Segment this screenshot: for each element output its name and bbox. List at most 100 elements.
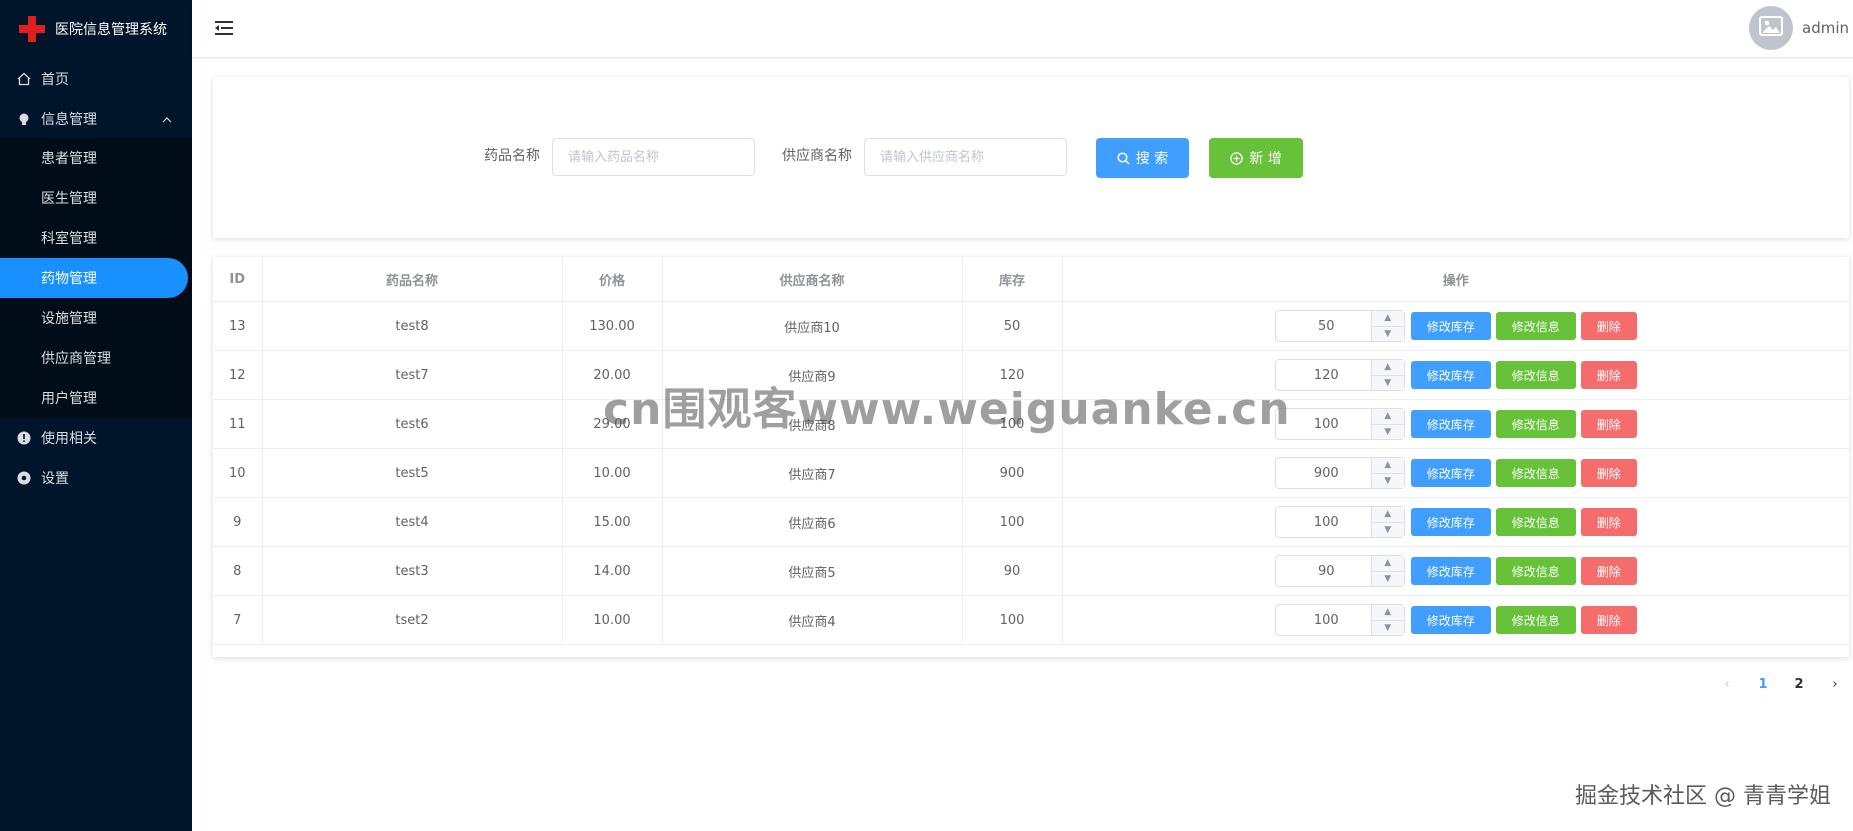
table-row: 9 test4 15.00 供应商6 100 100 ▲ ▼ 修改库存 修改信息 删除 [213,497,1849,547]
table-row: 8 test3 14.00 供应商5 90 90 ▲ ▼ 修改库存 修改信息 删除 [213,546,1849,596]
cell-supplier: 供应商6 [661,497,963,547]
delete-button[interactable]: 删除 [1580,508,1637,536]
stock-input-value[interactable]: 90 [1276,556,1371,586]
cell-stock: 100 [961,497,1063,547]
chevron-left-icon[interactable]: ‹ [1709,677,1745,692]
avatar[interactable] [1749,6,1793,50]
sidebar-item-label: 设置 [41,471,69,487]
search-panel: 药品名称 供应商名称 搜 索 新 增 [213,77,1849,238]
decrement-icon[interactable]: ▼ [1372,327,1404,342]
stock-number-input[interactable]: 100 ▲ ▼ [1274,506,1405,538]
cell-id: 13 [213,301,263,351]
sidebar-subitem-label: 科室管理 [41,231,97,247]
edit-info-button[interactable]: 修改信息 [1495,361,1576,389]
sidebar-item-settings[interactable]: 设置 [0,458,192,498]
decrement-icon[interactable]: ▼ [1372,523,1404,538]
search-icon [1117,151,1130,165]
stock-number-input[interactable]: 90 ▲ ▼ [1274,555,1405,587]
watermark-center: cn围观客www.weiguanke.cn [603,384,1291,435]
supplier-name-input[interactable] [864,138,1067,176]
increment-icon[interactable]: ▲ [1371,507,1404,523]
stock-number-input[interactable]: 900 ▲ ▼ [1274,457,1405,489]
cell-id: 7 [213,595,263,645]
cell-supplier: 供应商5 [661,546,963,596]
sidebar-subitem[interactable]: 设施管理 [0,298,188,338]
stock-number-input[interactable]: 100 ▲ ▼ [1274,408,1405,440]
sidebar-group-info[interactable]: 信息管理 [0,99,192,139]
sidebar-subitem-label: 药物管理 [41,271,97,287]
brand: 医院信息管理系统 [17,12,167,46]
edit-stock-button[interactable]: 修改库存 [1410,312,1491,340]
increment-icon[interactable]: ▲ [1371,360,1404,376]
add-button-label: 新 增 [1249,151,1282,167]
increment-icon[interactable]: ▲ [1371,605,1404,621]
cell-actions: 50 ▲ ▼ 修改库存 修改信息 删除 [1061,301,1849,351]
edit-stock-button[interactable]: 修改库存 [1410,410,1491,438]
app-title: 医院信息管理系统 [55,22,167,38]
delete-button[interactable]: 删除 [1580,557,1637,585]
increment-icon[interactable]: ▲ [1371,458,1404,474]
column-header-id: ID [213,257,263,302]
decrement-icon[interactable]: ▼ [1372,572,1404,587]
edit-info-button[interactable]: 修改信息 [1495,508,1576,536]
stock-input-value[interactable]: 50 [1276,311,1371,341]
sidebar-subitem[interactable]: 用户管理 [0,378,188,418]
page-1[interactable]: 1 [1745,677,1781,692]
stock-input-value[interactable]: 100 [1276,605,1371,635]
decrement-icon[interactable]: ▼ [1372,474,1404,489]
delete-button[interactable]: 删除 [1580,361,1637,389]
stock-number-input[interactable]: 100 ▲ ▼ [1274,604,1405,636]
sidebar-subitem[interactable]: 药物管理 [0,258,188,298]
sidebar-subitem-label: 供应商管理 [41,351,111,367]
edit-info-button[interactable]: 修改信息 [1495,606,1576,634]
stock-number-input[interactable]: 50 ▲ ▼ [1274,310,1405,342]
sidebar-subitem[interactable]: 医生管理 [0,178,188,218]
cell-price: 15.00 [561,497,663,547]
increment-icon[interactable]: ▲ [1371,556,1404,572]
delete-button[interactable]: 删除 [1580,312,1637,340]
decrement-icon[interactable]: ▼ [1372,621,1404,636]
increment-icon[interactable]: ▲ [1371,409,1404,425]
page-2[interactable]: 2 [1781,677,1817,692]
search-button[interactable]: 搜 索 [1096,138,1189,178]
cell-drug-name: test4 [261,497,563,547]
username[interactable]: admin [1802,19,1849,37]
sidebar-item-home[interactable]: 首页 [0,59,192,99]
decrement-icon[interactable]: ▼ [1372,425,1404,440]
sidebar-subitem[interactable]: 科室管理 [0,218,188,258]
edit-info-button[interactable]: 修改信息 [1495,557,1576,585]
table-row: 7 tset2 10.00 供应商4 100 100 ▲ ▼ 修改库存 修改信息 删除 [213,595,1849,645]
edit-stock-button[interactable]: 修改库存 [1410,361,1491,389]
edit-stock-button[interactable]: 修改库存 [1410,557,1491,585]
stock-number-input[interactable]: 120 ▲ ▼ [1274,359,1405,391]
edit-info-button[interactable]: 修改信息 [1495,459,1576,487]
delete-button[interactable]: 删除 [1580,410,1637,438]
edit-stock-button[interactable]: 修改库存 [1410,508,1491,536]
sidebar-subitem[interactable]: 患者管理 [0,138,188,178]
cell-supplier: 供应商10 [661,301,963,351]
column-header-supplier: 供应商名称 [661,257,963,302]
cell-price: 130.00 [561,301,663,351]
add-button[interactable]: 新 增 [1209,138,1303,178]
edit-stock-button[interactable]: 修改库存 [1410,459,1491,487]
edit-info-button[interactable]: 修改信息 [1495,410,1576,438]
edit-stock-button[interactable]: 修改库存 [1410,606,1491,634]
cell-id: 12 [213,350,263,400]
sidebar-subitem-label: 医生管理 [41,191,97,207]
increment-icon[interactable]: ▲ [1371,311,1404,327]
menu-fold-icon[interactable] [214,18,234,38]
delete-button[interactable]: 删除 [1580,459,1637,487]
stock-input-value[interactable]: 900 [1276,458,1371,488]
decrement-icon[interactable]: ▼ [1372,376,1404,391]
delete-button[interactable]: 删除 [1580,606,1637,634]
chevron-right-icon[interactable]: › [1817,677,1853,692]
sidebar-item-usage[interactable]: 使用相关 [0,418,192,458]
edit-info-button[interactable]: 修改信息 [1495,312,1576,340]
header: admin [192,0,1853,58]
watermark-footer: 掘金技术社区 @ 青青学姐 [1575,784,1831,809]
stock-input-value[interactable]: 100 [1276,507,1371,537]
sidebar-subitem[interactable]: 供应商管理 [0,338,188,378]
cell-stock: 90 [961,546,1063,596]
home-icon [16,71,32,87]
drug-name-input[interactable] [552,138,755,176]
